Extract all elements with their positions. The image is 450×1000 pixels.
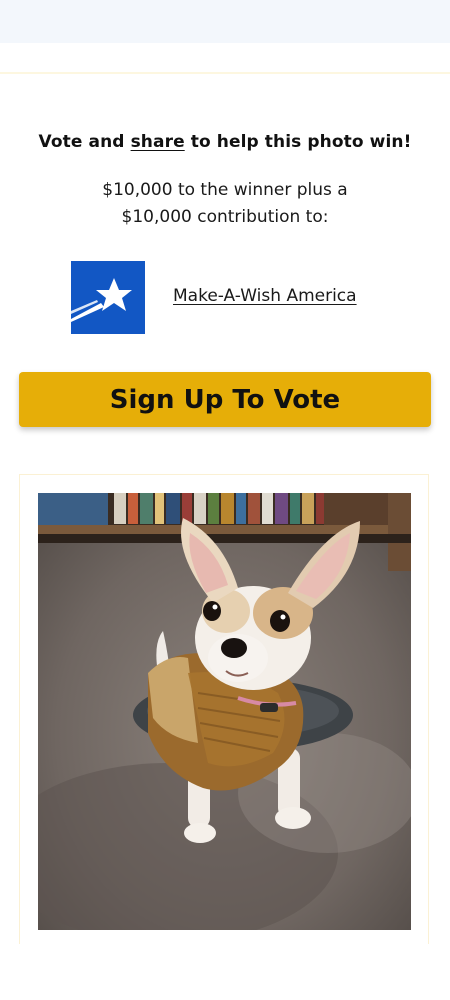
charity-link[interactable]: Make-A-Wish America (173, 286, 357, 306)
share-link[interactable]: share (131, 132, 185, 152)
sign-up-to-vote-button[interactable]: Sign Up To Vote (19, 372, 431, 427)
headline-text-after: to help this photo win! (184, 132, 412, 152)
prize-line-1: $10,000 to the winner plus a (102, 180, 348, 200)
top-header-band (0, 0, 450, 43)
headline-text-before: Vote and (38, 132, 131, 152)
make-a-wish-star-icon (71, 261, 145, 334)
chihuahua-puppy-photo (38, 493, 411, 930)
bottom-bar (0, 944, 450, 1000)
prize-description: $10,000 to the winner plus a $10,000 con… (60, 177, 390, 231)
section-divider (0, 72, 450, 74)
prize-line-2: $10,000 contribution to: (121, 207, 329, 227)
vote-headline: Vote and share to help this photo win! (0, 132, 450, 152)
